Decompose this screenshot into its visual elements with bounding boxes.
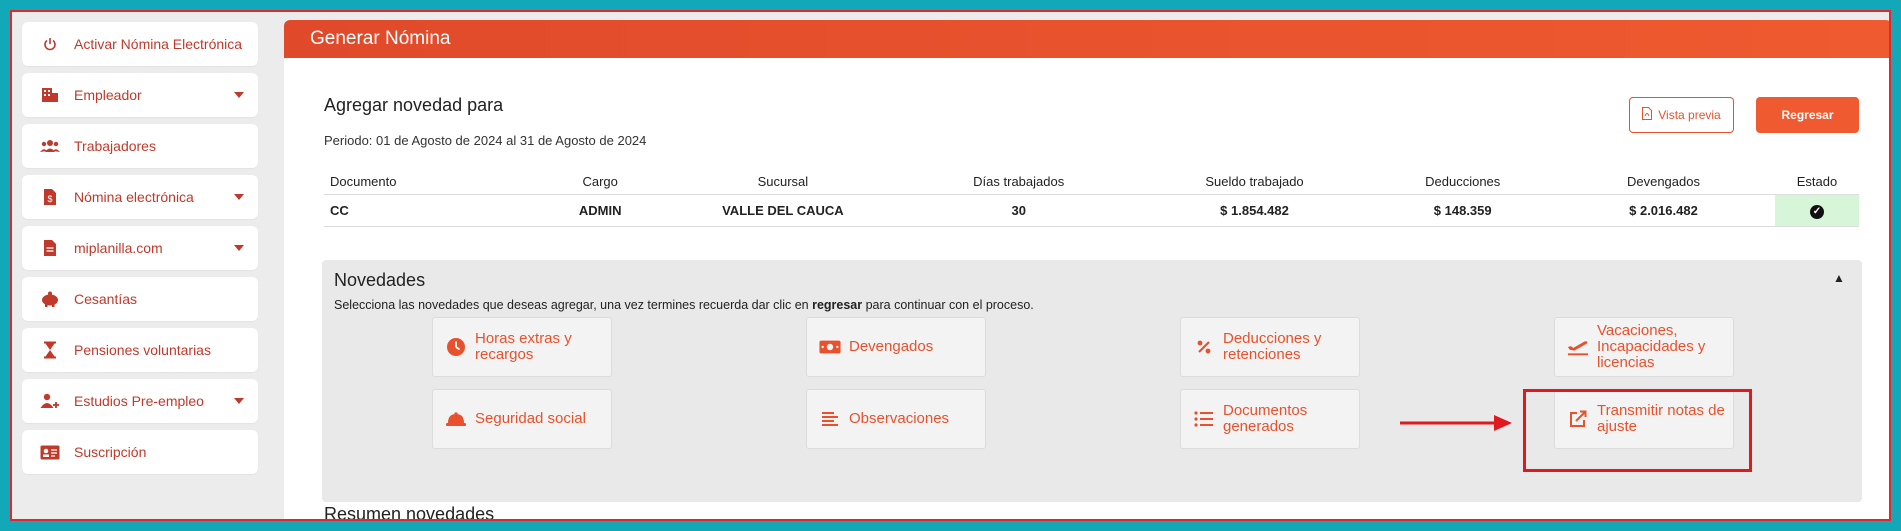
annotation-highlight-box: [1523, 389, 1752, 472]
table-cell: ADMIN: [536, 194, 664, 227]
sidebar-item-pensiones[interactable]: Pensiones voluntarias: [22, 328, 258, 372]
id-card-icon: [40, 442, 60, 462]
file-text-icon: [40, 238, 60, 258]
card-label: Devengados: [849, 338, 934, 355]
chevron-down-icon: [234, 194, 244, 200]
money-bill-icon: [819, 336, 841, 358]
card-label: Deducciones y retenciones: [1223, 330, 1322, 363]
status-cell: ✓: [1775, 194, 1859, 227]
column-header: Sueldo trabajado: [1135, 170, 1374, 195]
svg-text:$: $: [47, 194, 52, 204]
power-icon: [40, 34, 60, 54]
column-header: Estado: [1775, 170, 1859, 195]
sidebar-item-empleador[interactable]: Empleador: [22, 73, 258, 117]
vista-previa-button[interactable]: Vista previa: [1629, 97, 1734, 133]
card-observaciones[interactable]: Observaciones: [806, 389, 986, 449]
sidebar: Activar Nómina Electrónica Empleador Tra…: [22, 22, 258, 481]
table-cell: VALLE DEL CAUCA: [663, 194, 902, 227]
sidebar-item-estudios[interactable]: Estudios Pre-empleo: [22, 379, 258, 423]
plane-departure-icon: [1567, 336, 1589, 358]
sidebar-item-label: Pensiones voluntarias: [74, 342, 211, 358]
invoice-dollar-icon: $: [40, 187, 60, 207]
vista-previa-label: Vista previa: [1658, 108, 1721, 122]
table-cell: $ 2.016.482: [1551, 194, 1776, 227]
table-row: CC ADMIN VALLE DEL CAUCA 30 $ 1.854.482 …: [324, 194, 1859, 227]
desc-text: para continuar con el proceso.: [862, 298, 1034, 312]
percent-icon: [1193, 336, 1215, 358]
card-deducciones[interactable]: Deducciones y retenciones: [1180, 317, 1360, 377]
sidebar-item-miplanilla[interactable]: miplanilla.com: [22, 226, 258, 270]
column-header: Cargo: [536, 170, 664, 195]
card-label: Vacaciones, Incapacidades y licencias: [1597, 322, 1706, 371]
card-devengados[interactable]: Devengados: [806, 317, 986, 377]
card-label: Documentos generados: [1223, 402, 1308, 435]
hard-hat-icon: [445, 408, 467, 430]
card-documentos-generados[interactable]: Documentos generados: [1180, 389, 1360, 449]
novedades-description: Selecciona las novedades que deseas agre…: [334, 298, 1034, 312]
sidebar-item-label: Suscripción: [74, 444, 147, 460]
table-cell: CC: [324, 194, 537, 227]
column-header: Documento: [324, 170, 537, 195]
sidebar-item-label: Activar Nómina Electrónica: [74, 36, 243, 52]
sidebar-item-activar-nomina[interactable]: Activar Nómina Electrónica: [22, 22, 258, 66]
chevron-down-icon: [234, 245, 244, 251]
hourglass-icon: [40, 340, 60, 360]
clock-icon: [445, 336, 467, 358]
resumen-title: Resumen novedades: [324, 504, 495, 521]
table-cell: $ 148.359: [1373, 194, 1552, 227]
pdf-file-icon: [1642, 107, 1653, 123]
user-plus-icon: [40, 391, 60, 411]
periodo-text: Periodo: 01 de Agosto de 2024 al 31 de A…: [324, 133, 647, 148]
desc-text: Selecciona las novedades que deseas agre…: [334, 298, 813, 312]
section-title: Agregar novedad para: [324, 95, 504, 115]
novedades-title: Novedades: [334, 270, 426, 290]
building-icon: [40, 85, 60, 105]
sidebar-item-label: Estudios Pre-empleo: [74, 393, 204, 409]
piggy-bank-icon: [40, 289, 60, 309]
column-header: Deducciones: [1373, 170, 1552, 195]
employee-table: Documento Cargo Sucursal Días trabajados…: [324, 170, 1859, 227]
sidebar-item-trabajadores[interactable]: Trabajadores: [22, 124, 258, 168]
regresar-button[interactable]: Regresar: [1756, 97, 1859, 133]
column-header: Sucursal: [663, 170, 902, 195]
card-seguridad-social[interactable]: Seguridad social: [432, 389, 612, 449]
card-horas-extras[interactable]: Horas extras y recargos: [432, 317, 612, 377]
table-cell: $ 1.854.482: [1135, 194, 1374, 227]
regresar-label: Regresar: [1781, 108, 1834, 122]
users-icon: [40, 136, 60, 156]
sidebar-item-suscripcion[interactable]: Suscripción: [22, 430, 258, 474]
page-title: Generar Nómina: [310, 28, 451, 49]
align-left-icon: [819, 408, 841, 430]
table-cell: 30: [901, 194, 1136, 227]
chevron-down-icon: [234, 398, 244, 404]
column-header: Devengados: [1551, 170, 1776, 195]
card-label: Seguridad social: [475, 410, 586, 427]
check-circle-icon: ✓: [1810, 204, 1824, 219]
chevron-down-icon: [234, 92, 244, 98]
sidebar-item-label: Trabajadores: [74, 138, 156, 154]
sidebar-item-cesantias[interactable]: Cesantías: [22, 277, 258, 321]
annotation-arrow-icon: [1400, 415, 1512, 431]
column-header: Días trabajados: [901, 170, 1136, 195]
collapse-toggle-icon[interactable]: ▲: [1833, 271, 1845, 285]
table-header-row: Documento Cargo Sucursal Días trabajados…: [324, 170, 1859, 195]
sidebar-item-label: Nómina electrónica: [74, 189, 194, 205]
card-label: Observaciones: [849, 410, 950, 427]
sidebar-item-nomina-electronica[interactable]: $ Nómina electrónica: [22, 175, 258, 219]
sidebar-item-label: Empleador: [74, 87, 142, 103]
desc-bold: regresar: [812, 298, 863, 312]
sidebar-item-label: Cesantías: [74, 291, 138, 307]
card-label: Horas extras y recargos: [475, 330, 572, 363]
card-vacaciones[interactable]: Vacaciones, Incapacidades y licencias: [1554, 317, 1734, 377]
sidebar-item-label: miplanilla.com: [74, 240, 163, 256]
list-icon: [1193, 408, 1215, 430]
page-header: Generar Nómina: [284, 20, 1889, 58]
